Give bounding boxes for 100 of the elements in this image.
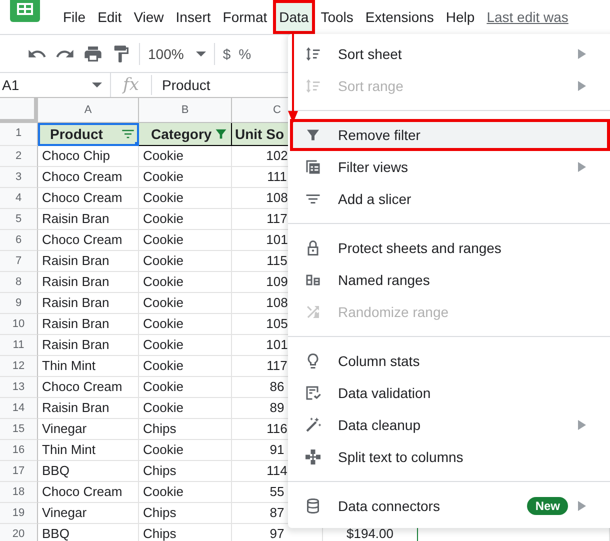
menu-item[interactable]: Filter views	[300, 151, 610, 183]
table-cell: 87	[270, 505, 284, 520]
table-cell: 89	[270, 400, 284, 415]
fx-label: fx	[111, 75, 152, 95]
table-cell: Thin Mint	[42, 442, 96, 457]
column-header[interactable]: A	[38, 98, 139, 123]
table-cell: Cookie	[143, 253, 184, 268]
row-number[interactable]: 8	[0, 272, 38, 293]
table-cell: Choco Cream	[42, 379, 122, 394]
table-cell: 116	[266, 421, 288, 436]
table-cell: Cookie	[143, 400, 184, 415]
table-cell: 115	[266, 253, 288, 268]
header-cell: Product	[50, 126, 103, 142]
row-number[interactable]: 9	[0, 293, 38, 314]
row-number[interactable]: 1	[0, 123, 38, 146]
table-cell: Chips	[143, 526, 176, 541]
table-cell: Chips	[143, 421, 176, 436]
menu-item[interactable]: Split text to columns	[300, 441, 610, 473]
table-cell: Cookie	[143, 337, 184, 352]
menu-item[interactable]: Format	[216, 0, 274, 34]
table-cell: BBQ	[42, 526, 70, 541]
menu-item[interactable]: View	[128, 0, 170, 34]
table-cell: Cookie	[143, 211, 184, 226]
menu-item[interactable]: File	[57, 0, 92, 34]
table-cell: Cookie	[143, 295, 184, 310]
table-cell: Raisin Bran	[42, 295, 110, 310]
table-cell: 108	[266, 295, 288, 310]
table-cell: 111	[267, 169, 287, 184]
table-cell: Cookie	[143, 358, 184, 373]
last-edit-link[interactable]: Last edit was	[486, 9, 568, 25]
table-cell: Vinegar	[42, 421, 87, 436]
row-number[interactable]: 4	[0, 188, 38, 209]
menu-item[interactable]: Protect sheets and ranges	[300, 232, 610, 264]
menu-item[interactable]: Named ranges	[300, 264, 610, 296]
header-cell: Category	[151, 126, 212, 142]
menu-item[interactable]: Remove filter	[290, 119, 610, 151]
menu-item[interactable]: Extensions	[359, 0, 440, 34]
row-number[interactable]: 19	[0, 503, 38, 524]
menu-item[interactable]: Data validation	[300, 377, 610, 409]
table-cell: Cookie	[143, 274, 184, 289]
table-cell: Choco Cream	[42, 169, 122, 184]
row-number[interactable]: 6	[0, 230, 38, 251]
row-number[interactable]: 11	[0, 335, 38, 356]
table-cell: 101	[266, 337, 288, 352]
table-cell: 91	[270, 442, 284, 457]
table-cell: 117	[266, 211, 288, 226]
menu-item[interactable]: Data cleanup	[300, 409, 610, 441]
row-number[interactable]: 17	[0, 461, 38, 482]
table-cell: Raisin Bran	[42, 316, 110, 331]
table-cell: Raisin Bran	[42, 400, 110, 415]
row-number[interactable]: 13	[0, 377, 38, 398]
new-badge: New	[527, 497, 568, 515]
table-cell: $194.00	[346, 526, 394, 541]
table-cell: 55	[270, 484, 284, 499]
row-number[interactable]: 15	[0, 419, 38, 440]
menu-item[interactable]: Insert	[170, 0, 217, 34]
table-cell: Choco Cream	[42, 232, 122, 247]
menu-item[interactable]: Help	[440, 0, 481, 34]
table-cell: Thin Mint	[42, 358, 96, 373]
row-number[interactable]: 10	[0, 314, 38, 335]
table-cell: Raisin Bran	[42, 337, 110, 352]
table-cell: 108	[266, 190, 288, 205]
table-cell: 117	[266, 358, 288, 373]
name-box[interactable]: A1	[0, 73, 111, 97]
column-header[interactable]: B	[139, 98, 232, 123]
row-number[interactable]: 5	[0, 209, 38, 230]
table-cell: Raisin Bran	[42, 211, 110, 226]
table-cell: Cookie	[143, 442, 184, 457]
menu-item[interactable]: Add a slicer	[300, 183, 610, 215]
percent-button[interactable]: %	[238, 46, 252, 62]
row-number[interactable]: 16	[0, 440, 38, 461]
table-cell: Chips	[143, 505, 176, 520]
table-cell: Cookie	[143, 190, 184, 205]
row-number[interactable]: 3	[0, 167, 38, 188]
table-cell: Vinegar	[42, 505, 87, 520]
table-cell: Raisin Bran	[42, 274, 110, 289]
currency-button[interactable]: $	[222, 46, 231, 62]
table-cell: Cookie	[143, 316, 184, 331]
table-cell: 109	[266, 274, 288, 289]
table-cell: 102	[266, 148, 288, 163]
table-cell: Cookie	[143, 232, 184, 247]
menu-item[interactable]: Sort sheet	[300, 38, 610, 70]
table-cell: Cookie	[143, 379, 184, 394]
row-number[interactable]: 7	[0, 251, 38, 272]
menu-item[interactable]: Tools	[314, 0, 360, 34]
table-cell: 86	[270, 379, 284, 394]
row-number[interactable]: 18	[0, 482, 38, 503]
zoom-dropdown[interactable]: 100%	[148, 46, 206, 62]
row-number[interactable]: 2	[0, 146, 38, 167]
table-cell: 97	[270, 526, 284, 541]
table-cell: 105	[266, 316, 288, 331]
formula-field[interactable]: Product	[152, 77, 210, 93]
row-number[interactable]: 14	[0, 398, 38, 419]
menu-item[interactable]: Data	[273, 0, 315, 34]
header-cell: Unit So	[235, 126, 284, 142]
menu-item[interactable]: Edit	[92, 0, 128, 34]
row-number[interactable]: 20	[0, 524, 38, 541]
menu-item[interactable]: Column stats	[300, 345, 610, 377]
row-number[interactable]: 12	[0, 356, 38, 377]
menu-item[interactable]: Data connectors New	[300, 490, 610, 522]
